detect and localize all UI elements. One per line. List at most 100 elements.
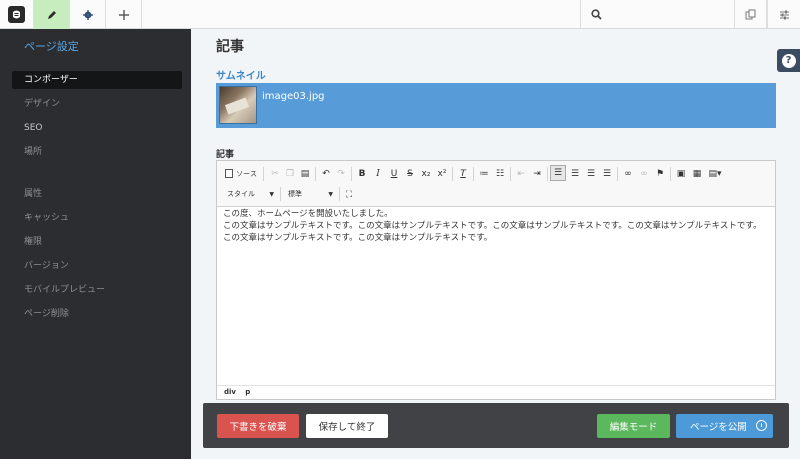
style-combo-label: スタイル (227, 190, 255, 198)
thumbnail-filename: image03.jpg (262, 91, 325, 102)
remove-format-button[interactable]: T (456, 166, 470, 181)
search-input[interactable] (608, 8, 728, 21)
snippet-dropdown-button[interactable]: ▤▾ (706, 166, 724, 181)
editor-toolbar: ソース ✂ ❐ ▤ ↶ ↷ B I U S x₂ x² T ≔ ☷ ⇤ ⇥ ☰ (217, 161, 775, 207)
table-icon: ▦ (692, 168, 702, 179)
sidebar-item-composer[interactable]: コンポーザー (12, 71, 182, 89)
redo-button[interactable]: ↷ (334, 166, 348, 181)
image-icon: ▣ (676, 168, 686, 179)
help-button[interactable]: ? (777, 49, 800, 72)
align-right-button[interactable]: ☰ (584, 166, 598, 181)
numbered-list-icon: ≔ (479, 168, 489, 179)
search-box[interactable] (580, 0, 734, 29)
edit-mode-tab[interactable] (34, 0, 70, 29)
copy-button[interactable]: ❐ (283, 166, 297, 181)
pencil-icon (47, 10, 56, 19)
bold-icon: B (358, 168, 366, 179)
top-toolbar (0, 0, 800, 29)
unlink-button[interactable]: ∞ (637, 166, 651, 181)
outdent-button[interactable]: ⇤ (514, 166, 528, 181)
link-button[interactable]: ∞ (621, 166, 635, 181)
maximize-icon: ⛶ (345, 189, 353, 200)
copy-icon (745, 9, 756, 20)
path-p[interactable]: p (245, 388, 250, 396)
save-and-exit-button[interactable]: 保存して終了 (306, 414, 388, 438)
composer-panel: 記事 サムネイル image03.jpg 記事 ソース ✂ ❐ ▤ ↶ ↷ B … (191, 29, 800, 459)
numbered-list-button[interactable]: ≔ (477, 166, 491, 181)
italic-button[interactable]: I (371, 166, 385, 181)
subscript-icon: x₂ (421, 168, 431, 179)
underline-button[interactable]: U (387, 166, 401, 181)
sliders-icon (779, 10, 789, 20)
publish-page-button[interactable]: ページを公開 (676, 414, 773, 438)
format-combo-label: 標準 (288, 190, 302, 198)
indent-button[interactable]: ⇥ (530, 166, 544, 181)
thumbnail-file-selector[interactable]: image03.jpg (216, 83, 776, 128)
logo-button[interactable] (0, 0, 34, 29)
path-div[interactable]: div (224, 388, 236, 396)
sidebar-item-delete-page[interactable]: ページ削除 (12, 305, 182, 323)
chevron-down-icon: ▼ (328, 190, 333, 198)
align-left-button[interactable]: ☰ (550, 165, 566, 181)
discard-draft-button[interactable]: 下書きを破棄 (217, 414, 299, 438)
sidebar-item-versions[interactable]: バージョン (12, 257, 182, 275)
question-icon: ? (781, 53, 796, 68)
align-justify-icon: ☰ (602, 168, 612, 179)
align-left-icon: ☰ (553, 168, 563, 178)
strikethrough-button[interactable]: S (403, 166, 417, 181)
indent-icon: ⇥ (533, 168, 541, 179)
sidebar-item-seo[interactable]: SEO (12, 119, 182, 137)
publish-label: ページを公開 (690, 422, 747, 433)
subscript-button[interactable]: x₂ (419, 166, 433, 181)
bulleted-list-button[interactable]: ☷ (493, 166, 507, 181)
source-icon (225, 169, 234, 178)
align-center-button[interactable]: ☰ (568, 166, 582, 181)
sidebar-item-location[interactable]: 場所 (12, 143, 182, 161)
link-icon: ∞ (624, 168, 632, 179)
maximize-button[interactable]: ⛶ (342, 187, 356, 202)
source-label: ソース (236, 169, 257, 178)
dashboard-button[interactable] (767, 0, 800, 29)
sidebar-item-cache[interactable]: キャッシュ (12, 209, 182, 227)
thumbnail-image (219, 86, 257, 124)
anchor-button[interactable]: ⚑ (653, 166, 667, 181)
bold-button[interactable]: B (355, 166, 369, 181)
sidebar-item-design[interactable]: デザイン (12, 95, 182, 113)
composer-action-bar: 下書きを破棄 保存して終了 編集モード ページを公開 (203, 403, 789, 448)
editor-content[interactable]: この度、ホームページを開設いたしました。 この文章はサンプルテキストです。この文… (217, 207, 775, 245)
outdent-icon: ⇤ (517, 168, 525, 179)
style-combo[interactable]: スタイル ▼ (222, 187, 278, 201)
article-label: 記事 (216, 150, 235, 160)
sidebar-item-mobile-preview[interactable]: モバイルプレビュー (12, 281, 182, 299)
logo-icon (8, 6, 25, 23)
remove-format-icon: T (460, 168, 466, 179)
sidebar-title: ページ設定 (24, 40, 79, 53)
undo-button[interactable]: ↶ (319, 166, 333, 181)
align-center-icon: ☰ (570, 168, 580, 179)
edit-mode-button[interactable]: 編集モード (597, 414, 670, 438)
element-path-bar: div p (217, 385, 775, 399)
sitemap-button[interactable] (734, 0, 767, 29)
format-combo[interactable]: 標準 ▼ (283, 187, 337, 201)
cut-button[interactable]: ✂ (268, 166, 282, 181)
source-button[interactable]: ソース (222, 166, 260, 181)
image-button[interactable]: ▣ (674, 166, 688, 181)
table-button[interactable]: ▦ (690, 166, 704, 181)
copy-text-icon: ❐ (285, 168, 295, 179)
align-justify-button[interactable]: ☰ (600, 166, 614, 181)
page-settings-sidebar: ページ設定 コンポーザー デザイン SEO 場所 属性 キャッシュ 権限 バージ… (0, 29, 191, 459)
redo-icon: ↷ (337, 168, 345, 179)
snippet-icon: ▤▾ (708, 168, 722, 179)
paste-button[interactable]: ▤ (298, 166, 312, 181)
rich-text-editor: ソース ✂ ❐ ▤ ↶ ↷ B I U S x₂ x² T ≔ ☷ ⇤ ⇥ ☰ (216, 160, 776, 400)
settings-tab[interactable] (70, 0, 106, 29)
content-line: この度、ホームページを開設いたしました。 (223, 209, 393, 219)
bulleted-list-icon: ☷ (495, 168, 505, 179)
add-block-button[interactable] (106, 0, 142, 29)
superscript-button[interactable]: x² (435, 166, 449, 181)
unlink-icon: ∞ (640, 168, 648, 179)
sidebar-item-attributes[interactable]: 属性 (12, 185, 182, 203)
page-title: 記事 (216, 39, 244, 55)
clock-icon (756, 420, 767, 431)
sidebar-item-permissions[interactable]: 権限 (12, 233, 182, 251)
